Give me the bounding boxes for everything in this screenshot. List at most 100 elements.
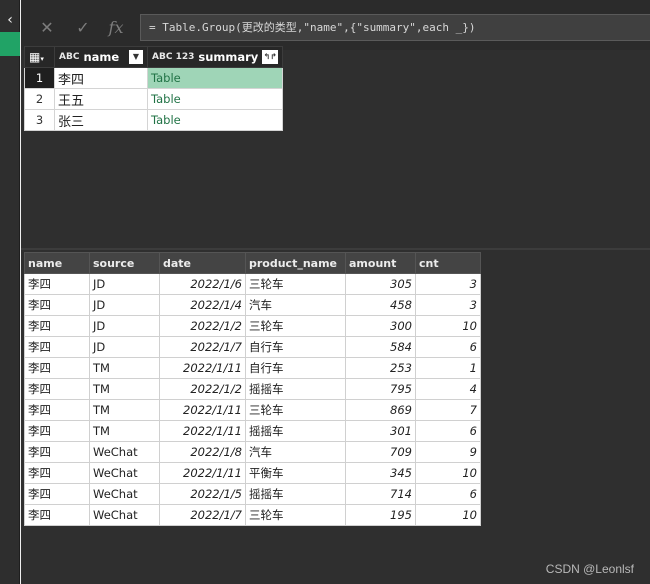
- cnt-cell: 6: [415, 483, 481, 505]
- table-row: 李四 WeChat 2022/1/7 三轮车 195 10: [24, 504, 481, 526]
- cnt-cell: 3: [415, 294, 481, 316]
- cnt-cell: 1: [415, 357, 481, 379]
- table-row: 李四 JD 2022/1/7 自行车 584 6: [24, 336, 481, 358]
- name-cell: 李四: [24, 483, 90, 505]
- amount-cell: 709: [345, 441, 416, 463]
- cnt-cell: 9: [415, 441, 481, 463]
- preview-header-source: source: [89, 252, 160, 274]
- name-cell: 李四: [24, 273, 90, 295]
- name-cell: 李四: [24, 441, 90, 463]
- table-row: 2 王五 Table: [24, 88, 284, 110]
- date-cell: 2022/1/11: [159, 357, 246, 379]
- active-query-indicator: [0, 32, 20, 56]
- grouped-result-table: ▦▾ ABC name ▼ ABC 123 summary ↰↱ 1 李四 Ta…: [24, 46, 284, 131]
- product-name-cell: 三轮车: [245, 504, 346, 526]
- source-cell: JD: [89, 273, 160, 295]
- cnt-cell: 10: [415, 504, 481, 526]
- amount-cell: 345: [345, 462, 416, 484]
- cnt-cell: 10: [415, 462, 481, 484]
- source-cell: TM: [89, 378, 160, 400]
- preview-pane-divider[interactable]: [21, 248, 650, 250]
- nested-table-preview: name source date product_name amount cnt…: [24, 252, 481, 526]
- source-cell: JD: [89, 294, 160, 316]
- table-row: 李四 JD 2022/1/6 三轮车 305 3: [24, 273, 481, 295]
- preview-header-name: name: [24, 252, 90, 274]
- row-number[interactable]: 3: [24, 109, 55, 131]
- table-row: 李四 WeChat 2022/1/5 摇摇车 714 6: [24, 483, 481, 505]
- name-cell: 李四: [24, 504, 90, 526]
- expand-queries-chevron-icon[interactable]: ‹: [0, 10, 20, 30]
- name-cell: 李四: [24, 357, 90, 379]
- cnt-cell: 6: [415, 420, 481, 442]
- name-cell: 李四: [24, 336, 90, 358]
- table-row: 李四 TM 2022/1/2 摇摇车 795 4: [24, 378, 481, 400]
- cancel-formula-icon[interactable]: ✕: [37, 18, 57, 38]
- cnt-cell: 3: [415, 273, 481, 295]
- summary-table-link[interactable]: Table: [146, 67, 284, 89]
- formula-bar: ✕ ✓ fx = Table.Group(更改的类型,"name",{"summ…: [21, 0, 650, 50]
- product-name-cell: 摇摇车: [245, 378, 346, 400]
- product-name-cell: 摇摇车: [245, 420, 346, 442]
- column-header-summary[interactable]: ABC 123 summary ↰↱: [146, 46, 284, 68]
- table-row: 李四 WeChat 2022/1/8 汽车 709 9: [24, 441, 481, 463]
- formula-input[interactable]: = Table.Group(更改的类型,"name",{"summary",ea…: [140, 14, 650, 41]
- date-cell: 2022/1/11: [159, 420, 246, 442]
- row-number[interactable]: 1: [24, 67, 55, 89]
- amount-cell: 869: [345, 399, 416, 421]
- source-cell: WeChat: [89, 483, 160, 505]
- preview-header-product-name: product_name: [245, 252, 346, 274]
- date-cell: 2022/1/8: [159, 441, 246, 463]
- date-cell: 2022/1/6: [159, 273, 246, 295]
- source-cell: TM: [89, 420, 160, 442]
- name-cell: 李四: [24, 315, 90, 337]
- amount-cell: 300: [345, 315, 416, 337]
- name-cell: 李四: [24, 420, 90, 442]
- name-cell: 李四: [24, 399, 90, 421]
- column-header-summary-label: summary: [198, 50, 259, 64]
- source-cell: WeChat: [89, 504, 160, 526]
- product-name-cell: 摇摇车: [245, 483, 346, 505]
- date-cell: 2022/1/7: [159, 336, 246, 358]
- confirm-formula-icon[interactable]: ✓: [73, 18, 93, 38]
- date-cell: 2022/1/7: [159, 504, 246, 526]
- table-row: 李四 JD 2022/1/4 汽车 458 3: [24, 294, 481, 316]
- date-cell: 2022/1/11: [159, 462, 246, 484]
- product-name-cell: 汽车: [245, 441, 346, 463]
- product-name-cell: 汽车: [245, 294, 346, 316]
- expand-column-icon[interactable]: ↰↱: [262, 50, 279, 64]
- filter-dropdown-icon[interactable]: ▼: [129, 50, 143, 64]
- amount-cell: 195: [345, 504, 416, 526]
- source-cell: JD: [89, 315, 160, 337]
- product-name-cell: 自行车: [245, 336, 346, 358]
- summary-table-link[interactable]: Table: [146, 109, 284, 131]
- table-row: 3 张三 Table: [24, 109, 284, 131]
- amount-cell: 305: [345, 273, 416, 295]
- any-type-icon[interactable]: ABC 123: [152, 53, 194, 62]
- product-name-cell: 自行车: [245, 357, 346, 379]
- amount-cell: 584: [345, 336, 416, 358]
- name-cell[interactable]: 张三: [54, 109, 148, 131]
- amount-cell: 301: [345, 420, 416, 442]
- row-number[interactable]: 2: [24, 88, 55, 110]
- preview-header-amount: amount: [345, 252, 416, 274]
- amount-cell: 458: [345, 294, 416, 316]
- text-type-icon[interactable]: ABC: [59, 53, 79, 62]
- date-cell: 2022/1/5: [159, 483, 246, 505]
- insert-function-icon[interactable]: fx: [105, 18, 127, 38]
- query-editor-main: ✕ ✓ fx = Table.Group(更改的类型,"name",{"summ…: [21, 0, 650, 584]
- table-menu-button[interactable]: ▦▾: [24, 46, 55, 68]
- column-header-name[interactable]: ABC name ▼: [54, 46, 148, 68]
- cnt-cell: 6: [415, 336, 481, 358]
- table-row: 李四 TM 2022/1/11 摇摇车 301 6: [24, 420, 481, 442]
- source-cell: TM: [89, 357, 160, 379]
- amount-cell: 253: [345, 357, 416, 379]
- cnt-cell: 10: [415, 315, 481, 337]
- product-name-cell: 三轮车: [245, 399, 346, 421]
- date-cell: 2022/1/2: [159, 378, 246, 400]
- product-name-cell: 平衡车: [245, 462, 346, 484]
- name-cell: 李四: [24, 378, 90, 400]
- name-cell[interactable]: 李四: [54, 67, 148, 89]
- table-grid-icon: ▦: [29, 50, 41, 64]
- name-cell[interactable]: 王五: [54, 88, 148, 110]
- summary-table-link[interactable]: Table: [146, 88, 284, 110]
